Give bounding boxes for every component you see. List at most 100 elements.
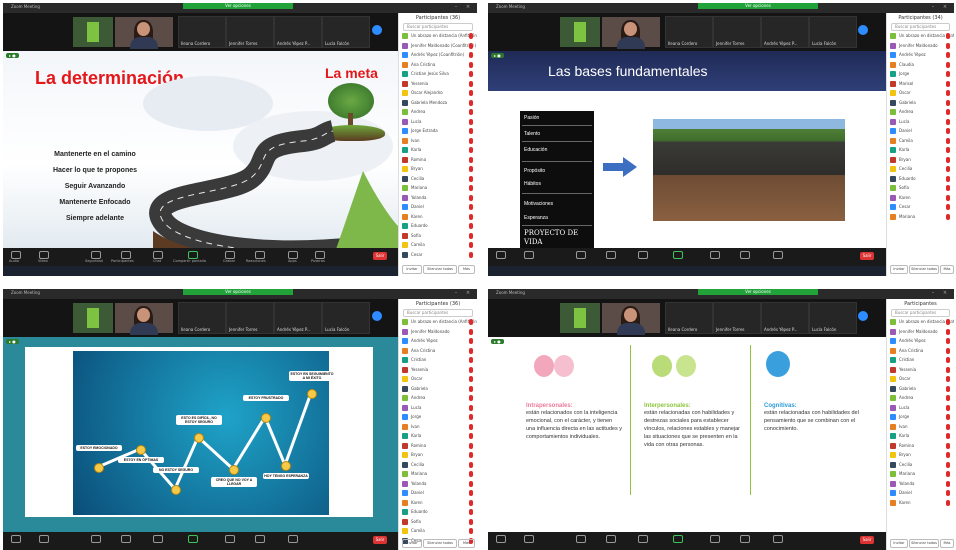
participant-row[interactable]: Jorge	[890, 70, 951, 80]
minimize-icon[interactable]: –	[930, 4, 936, 10]
leave-button[interactable]: Salir	[373, 252, 387, 260]
participant-row[interactable]: Mariana	[890, 213, 951, 223]
participant-row[interactable]: Karen	[402, 213, 474, 223]
next-arrow-icon[interactable]	[858, 311, 868, 321]
more-button[interactable]: Más	[940, 265, 954, 274]
participant-row[interactable]: Jennifer Maldonado	[890, 328, 951, 338]
participant-row[interactable]: Oscar Alejandro	[402, 89, 474, 99]
participant-row[interactable]: Cristian	[890, 356, 951, 366]
participant-row[interactable]: Jennifer Maldonado	[402, 328, 474, 338]
participant-tile[interactable]: Ileana Cordero	[665, 302, 713, 334]
next-arrow-icon[interactable]	[372, 25, 382, 35]
chat-icon[interactable]	[638, 535, 648, 543]
participant-row[interactable]: Gabriela	[890, 385, 951, 395]
chat-icon[interactable]	[153, 251, 163, 259]
record-icon[interactable]	[225, 251, 235, 259]
video-icon[interactable]	[39, 251, 49, 259]
reactions-icon[interactable]	[255, 535, 265, 543]
participant-row[interactable]: Jennifer Maldonado	[890, 42, 951, 52]
search-input[interactable]: Buscar participantes	[891, 23, 950, 31]
apps-icon[interactable]	[773, 535, 783, 543]
apps-icon[interactable]	[288, 251, 298, 259]
more-button[interactable]: Más	[458, 265, 475, 274]
share-screen-icon[interactable]	[673, 535, 683, 543]
participant-row[interactable]: Camila	[402, 527, 474, 537]
video-icon[interactable]	[39, 535, 49, 543]
participant-row[interactable]: Claudia	[890, 61, 951, 71]
next-arrow-icon[interactable]	[858, 25, 868, 35]
leave-button[interactable]: Salir	[860, 536, 874, 544]
participant-row[interactable]: Cecilia	[402, 461, 474, 471]
participant-tile[interactable]: Jennifer Torres	[226, 16, 274, 48]
participant-row[interactable]: Yessenia	[402, 80, 474, 90]
participant-row[interactable]: Lucía	[890, 404, 951, 414]
invite-button[interactable]: Invitar	[890, 539, 908, 548]
participant-row[interactable]: Lucía	[890, 118, 951, 128]
participant-row[interactable]: Eduardo	[402, 222, 474, 232]
close-icon[interactable]: ×	[465, 290, 471, 296]
participant-row[interactable]: Camila	[890, 137, 951, 147]
screen-share-banner[interactable]: Ver opciones	[183, 3, 293, 9]
participant-row[interactable]: Eduardo	[890, 175, 951, 185]
participant-row[interactable]: Un abrazo en distancia (Anfitrión, yo)	[402, 32, 477, 42]
next-arrow-icon[interactable]	[372, 311, 382, 321]
participant-row[interactable]: Sofía	[890, 184, 951, 194]
participant-row[interactable]: Andrés Yépez	[890, 51, 951, 61]
participant-row[interactable]: Bryan	[890, 451, 951, 461]
share-screen-icon[interactable]	[188, 251, 198, 259]
participant-row[interactable]: Mariana	[890, 470, 951, 480]
more-button[interactable]: Más	[940, 539, 954, 548]
close-icon[interactable]: ×	[942, 4, 948, 10]
participant-row[interactable]: Jennifer Maldonado (Coanfitrión)	[402, 42, 476, 52]
participant-row[interactable]: Bryan	[402, 165, 474, 175]
microphone-icon[interactable]	[496, 251, 506, 259]
screen-share-banner[interactable]: Ver opciones	[698, 3, 818, 9]
participant-row[interactable]: Lucía	[402, 118, 474, 128]
mute-all-button[interactable]: Silenciar todos	[909, 539, 939, 548]
participant-row[interactable]: Karen	[890, 499, 951, 509]
participants-icon[interactable]	[606, 251, 616, 259]
participant-tile[interactable]: Jennifer Torres	[226, 302, 274, 334]
close-icon[interactable]: ×	[942, 290, 948, 296]
participant-row[interactable]: Cecilia	[402, 175, 474, 185]
participant-row[interactable]: Camila	[402, 241, 474, 251]
participant-row[interactable]: Romina	[890, 442, 951, 452]
minimize-icon[interactable]: –	[453, 4, 459, 10]
security-icon[interactable]	[576, 251, 586, 259]
participant-row[interactable]: Marisol	[890, 80, 951, 90]
participant-row[interactable]: Yolanda	[402, 194, 474, 204]
minimize-icon[interactable]: –	[453, 290, 459, 296]
search-input[interactable]: Buscar participantes	[891, 309, 950, 317]
participant-row[interactable]: Yessenia	[402, 366, 474, 376]
participant-row[interactable]: Andrés Yépez	[890, 337, 951, 347]
participant-row[interactable]: Yolanda	[402, 480, 474, 490]
participant-tile[interactable]: Ileana Cordero	[178, 302, 226, 334]
participant-row[interactable]: Oscar	[890, 375, 951, 385]
search-input[interactable]: Buscar participantes	[403, 309, 473, 317]
participant-row[interactable]: Mariana	[402, 184, 474, 194]
participant-row[interactable]: Jorge	[890, 413, 951, 423]
participant-row[interactable]: Daniel	[402, 489, 474, 499]
participant-row[interactable]: Bryan	[402, 451, 474, 461]
whiteboard-icon[interactable]	[315, 251, 325, 259]
participant-row[interactable]: Andrea	[402, 108, 474, 118]
participant-row[interactable]: Andrés Yépez	[402, 337, 474, 347]
participant-row[interactable]: Mariana	[402, 470, 474, 480]
participant-row[interactable]: Eduardo	[402, 508, 474, 518]
participant-row[interactable]: Sofía	[402, 518, 474, 528]
share-screen-icon[interactable]	[188, 535, 198, 543]
participant-row[interactable]: Andrea	[890, 108, 951, 118]
participant-row[interactable]: Andrés Yépez (Coanfitrión)	[402, 51, 474, 61]
participant-row[interactable]: Ana Cristina	[890, 347, 951, 357]
participant-row[interactable]: Un abrazo en distancia (Anfitrión, yo)	[890, 32, 954, 42]
participants-icon[interactable]	[121, 251, 131, 259]
participant-row[interactable]: Daniel	[402, 203, 474, 213]
share-screen-icon[interactable]	[673, 251, 683, 259]
participant-row[interactable]: Romina	[402, 442, 474, 452]
microphone-icon[interactable]	[496, 535, 506, 543]
participant-row[interactable]: Cecilia	[890, 165, 951, 175]
reactions-icon[interactable]	[740, 535, 750, 543]
participant-row[interactable]: Jorge Estrada	[402, 127, 474, 137]
participant-row[interactable]: Cesar	[890, 203, 951, 213]
invite-button[interactable]: Invitar	[402, 265, 422, 274]
